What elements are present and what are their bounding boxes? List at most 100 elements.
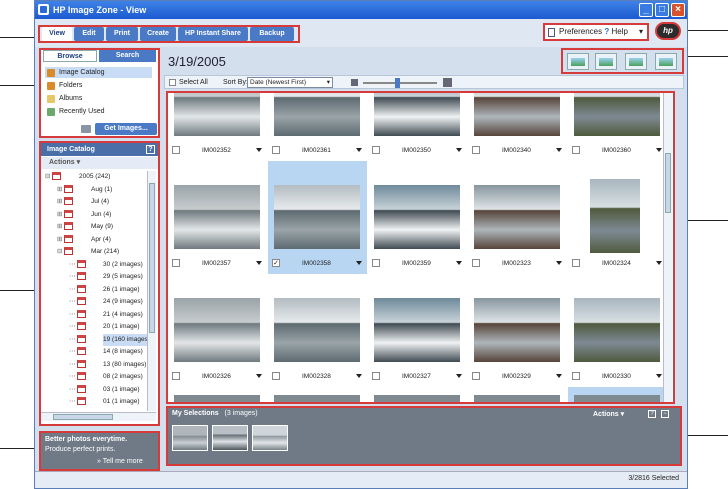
thumbnail-menu-arrow-icon[interactable] [656,374,662,378]
photo-thumbnail[interactable] [374,185,460,249]
photo-thumbnail[interactable] [374,93,460,136]
selection-thumbnail[interactable] [172,425,208,451]
select-checkbox[interactable] [372,372,380,380]
get-images-button[interactable]: Get Images... [95,123,157,135]
thumbnail-cell[interactable]: IM002323 [468,161,567,274]
my-selections-actions[interactable]: Actions ▾ [593,410,624,418]
expand-icon[interactable]: ⊟ [57,248,64,255]
tree-item[interactable]: ⊞ Apr (4) [57,234,111,246]
thumbnail-cell[interactable] [268,387,367,402]
tab-hp-instant-share[interactable]: HP Instant Share [178,27,248,41]
photo-thumbnail[interactable] [474,93,560,136]
photo-thumbnail[interactable] [174,395,260,402]
tree-item[interactable]: ⋯ 30 (2 images) [69,259,143,271]
selection-thumbnail[interactable] [252,425,288,451]
thumbnail-menu-arrow-icon[interactable] [256,261,262,265]
select-checkbox[interactable] [472,259,480,267]
select-checkbox[interactable] [372,146,380,154]
thumbnail-menu-arrow-icon[interactable] [456,374,462,378]
thumbnail-menu-arrow-icon[interactable] [556,148,562,152]
thumbnail-menu-arrow-icon[interactable] [656,261,662,265]
select-checkbox[interactable]: ✓ [272,259,280,267]
fullscreen-view-icon[interactable] [655,53,677,70]
thumbnail-cell[interactable]: IM002324 [568,161,667,274]
thumbnail-cell[interactable]: IM002326 [168,274,267,387]
tree-item[interactable]: ⊟ Mar (214) [57,246,119,258]
expand-icon[interactable]: ⊞ [57,198,64,205]
tree-item[interactable]: ⋯ 14 (8 images) [69,346,143,358]
large-image-icon[interactable] [443,78,452,87]
tab-browse[interactable]: Browse [43,50,97,62]
thumbnail-cell[interactable] [568,387,667,402]
thumbnail-menu-arrow-icon[interactable] [456,261,462,265]
grid-scrollbar[interactable] [663,93,672,402]
photo-thumbnail[interactable] [274,395,360,402]
tab-search[interactable]: Search [99,50,156,62]
preferences-link[interactable]: Preferences [559,27,602,36]
single-view-icon[interactable] [595,53,617,70]
thumbnail-cell[interactable]: IM002357 [168,161,267,274]
tab-view[interactable]: View [42,27,72,41]
chevron-down-icon[interactable]: ▾ [639,25,643,39]
minimize-button[interactable]: _ [639,3,653,17]
thumbnail-menu-arrow-icon[interactable] [456,148,462,152]
scroll-thumb[interactable] [665,153,671,213]
photo-thumbnail[interactable] [574,395,660,402]
thumbnail-menu-arrow-icon[interactable] [556,261,562,265]
hscroll-thumb[interactable] [53,414,113,420]
select-checkbox[interactable] [572,146,580,154]
thumbnail-menu-arrow-icon[interactable] [356,374,362,378]
thumbnail-cell[interactable]: IM002352 [168,93,267,161]
thumbnail-cell[interactable]: IM002359 [368,161,467,274]
photo-thumbnail[interactable] [174,185,260,249]
select-checkbox[interactable] [472,146,480,154]
thumbnail-view-icon[interactable] [567,53,589,70]
expand-icon[interactable]: ⊞ [57,186,64,193]
selection-thumbnail[interactable] [212,425,248,451]
catalog-help-button[interactable]: ? [146,145,155,154]
expand-icon[interactable]: ⊞ [57,236,64,243]
nav-recently-used[interactable]: Recently Used [45,106,152,117]
expand-icon[interactable]: ⊞ [57,211,64,218]
thumbnail-cell[interactable] [468,387,567,402]
tree-item[interactable]: ⋯ 19 (160 images) [69,333,147,346]
collapse-button[interactable]: − [661,410,669,418]
photo-thumbnail[interactable] [574,298,660,362]
tree-scrollbar[interactable] [147,171,156,411]
select-checkbox[interactable] [172,372,180,380]
my-selections-help-button[interactable]: ? [648,410,656,418]
tree-item[interactable]: ⋯ 08 (2 images) [69,371,143,383]
scroll-thumb[interactable] [149,183,155,333]
tree-item[interactable]: ⊞ Aug (1) [57,184,112,196]
select-checkbox[interactable] [572,372,580,380]
maximize-button[interactable]: □ [655,3,669,17]
tree-item[interactable]: ⋯ 29 (5 images) [69,271,143,283]
thumbnail-menu-arrow-icon[interactable] [256,148,262,152]
thumbnail-cell[interactable]: ✓ IM002358 [268,161,367,274]
filmstrip-view-icon[interactable] [625,53,647,70]
nav-image-catalog[interactable]: Image Catalog [45,67,152,78]
select-checkbox[interactable] [172,146,180,154]
thumbnail-menu-arrow-icon[interactable] [556,374,562,378]
tab-print[interactable]: Print [106,27,138,41]
thumbnail-cell[interactable] [368,387,467,402]
select-all-label[interactable]: Select All [179,77,208,89]
tell-me-more-link[interactable]: » Tell me more [97,458,143,465]
sort-select[interactable]: Date (Newest First) ▾ [247,77,333,88]
tab-backup[interactable]: Backup [250,27,294,41]
zoom-slider-track[interactable] [363,82,437,84]
photo-thumbnail[interactable] [274,93,360,136]
tree-item[interactable]: ⋯ 24 (9 images) [69,296,143,308]
small-image-icon[interactable] [351,79,358,86]
photo-thumbnail[interactable] [474,298,560,362]
thumbnail-cell[interactable]: IM002327 [368,274,467,387]
zoom-slider-thumb[interactable] [395,78,400,88]
thumbnail-cell[interactable]: IM002350 [368,93,467,161]
photo-thumbnail[interactable] [474,185,560,249]
tree-item[interactable]: ⋯ 03 (1 image) [69,384,140,396]
thumbnail-cell[interactable]: IM002360 [568,93,667,161]
tab-create[interactable]: Create [140,27,176,41]
select-checkbox[interactable] [172,259,180,267]
tree-item[interactable]: ⋯ 26 (1 image) [69,284,140,296]
select-checkbox[interactable] [472,372,480,380]
